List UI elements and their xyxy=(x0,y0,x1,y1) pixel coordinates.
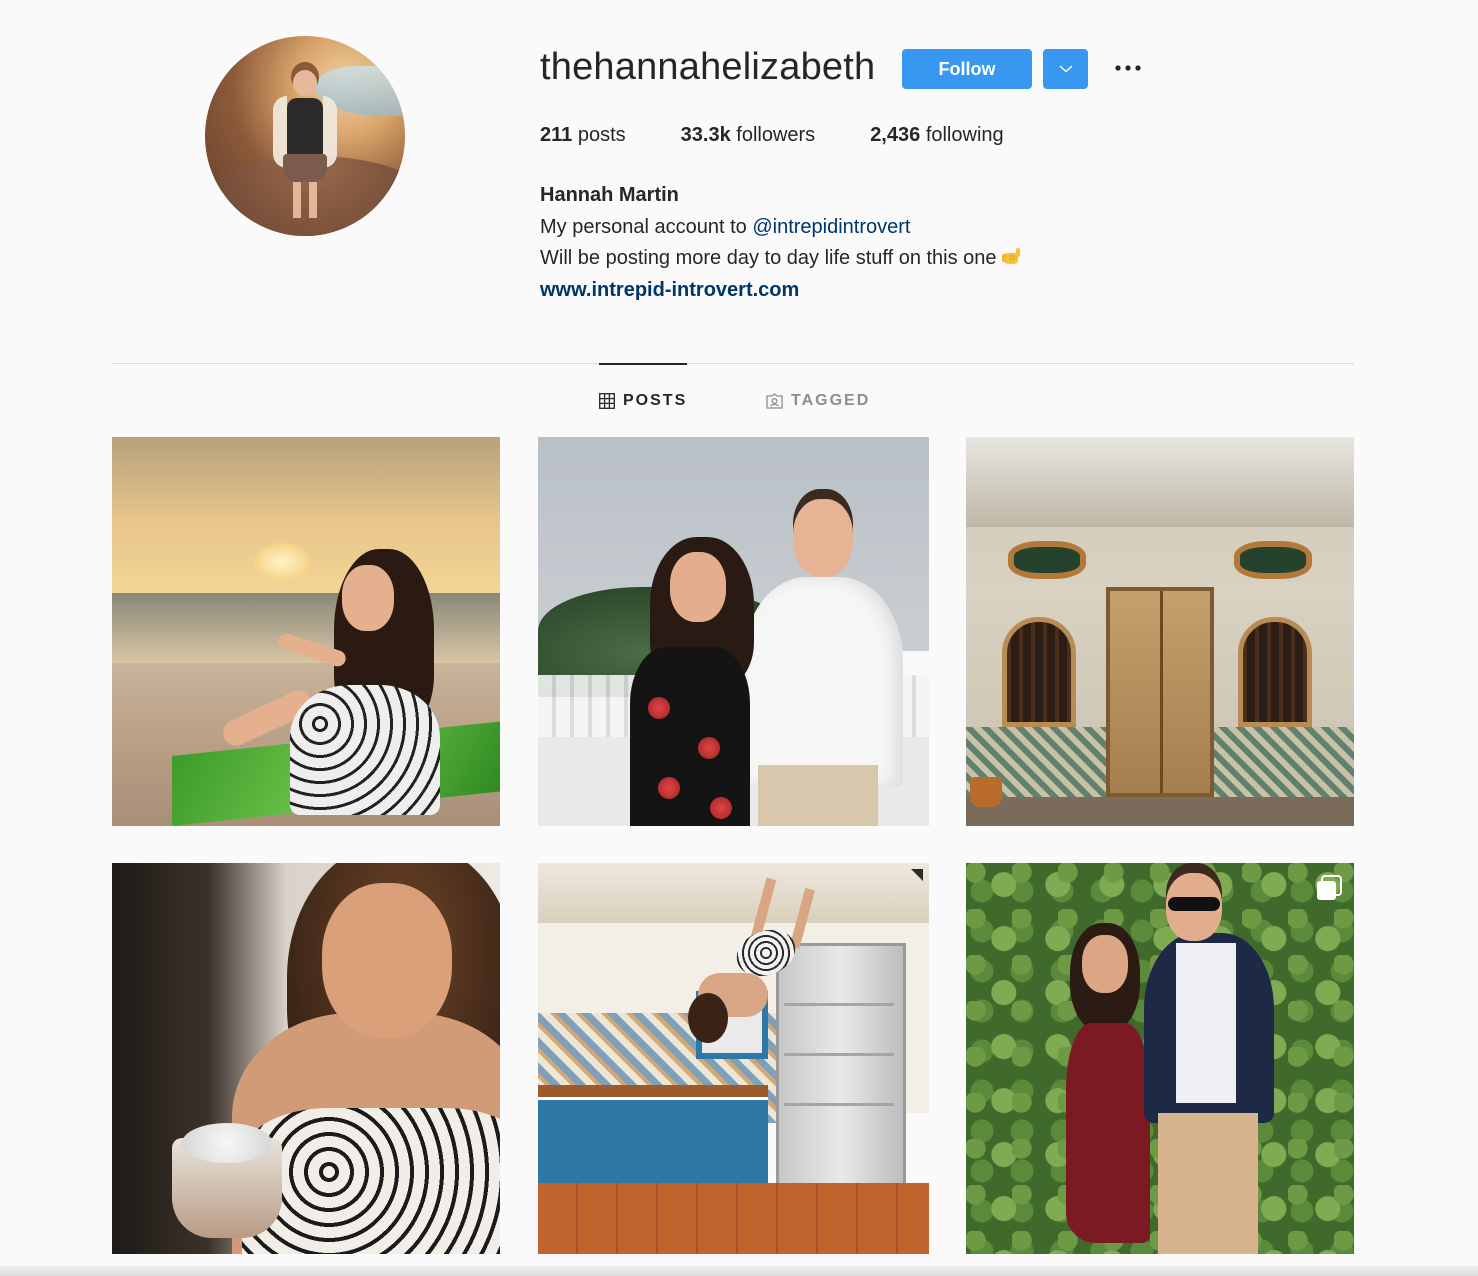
post-4-face xyxy=(322,883,452,1038)
more-options-button[interactable] xyxy=(1110,54,1146,82)
avatar-person-skirt xyxy=(283,154,327,182)
post-6-woman-dress xyxy=(1066,1023,1150,1243)
post-5-ceiling xyxy=(538,863,929,923)
post-3-door xyxy=(1106,587,1214,797)
post-6-man-shirt xyxy=(1176,943,1236,1103)
tab-posts[interactable]: POSTS xyxy=(599,392,687,410)
post-6-woman-face xyxy=(1082,935,1128,993)
profile-full-name: Hannah Martin xyxy=(540,184,679,206)
post-4-ice-cream-scoop xyxy=(182,1123,272,1163)
post-6-sunglasses xyxy=(1168,897,1220,911)
post-thumbnail-6[interactable] xyxy=(966,863,1354,1254)
post-3-plant-pot xyxy=(970,777,1002,807)
post-2-man-head xyxy=(793,499,853,577)
post-5-counter xyxy=(538,1085,768,1097)
suggested-dropdown-button[interactable] xyxy=(1043,49,1088,89)
carousel-icon xyxy=(1317,875,1342,900)
profile-avatar[interactable] xyxy=(205,36,405,236)
post-6-man-pants xyxy=(1158,1113,1258,1254)
bio-line-2: Will be posting more day to day life stu… xyxy=(540,243,1023,275)
post-5-fridge-shelf xyxy=(784,1003,894,1006)
post-5-floor xyxy=(538,1183,929,1254)
post-3-cornice xyxy=(966,437,1354,527)
post-3-window-grille xyxy=(1238,617,1312,727)
bio-mention-link[interactable]: @intrepidintrovert xyxy=(752,216,910,238)
more-icon xyxy=(1115,65,1141,71)
post-2-rose xyxy=(698,737,720,759)
post-5-girl-hair xyxy=(688,993,728,1043)
tabs-divider xyxy=(112,363,1354,364)
tab-posts-label: POSTS xyxy=(623,392,688,409)
bio-line-1: My personal account to @intrepidintrover… xyxy=(540,212,1023,244)
follow-button[interactable]: Follow xyxy=(902,49,1032,89)
post-2-man-pants xyxy=(758,765,878,826)
post-3-vent-window xyxy=(1234,541,1312,579)
following-stat[interactable]: 2,436 following xyxy=(870,124,1003,147)
profile-username: thehannahelizabeth xyxy=(540,46,876,88)
followers-count: 33.3k xyxy=(680,124,731,146)
post-2-woman-dress xyxy=(630,647,750,826)
posts-stat: 211 posts xyxy=(540,124,626,147)
followers-stat[interactable]: 33.3k followers xyxy=(681,124,816,147)
bio-line-2-text: Will be posting more day to day life stu… xyxy=(540,247,997,269)
post-5-fridge xyxy=(776,943,906,1193)
post-3-vent-window xyxy=(1008,541,1086,579)
post-thumbnail-3[interactable] xyxy=(966,437,1354,826)
tab-tagged[interactable]: TAGGED xyxy=(766,392,870,410)
post-1-face xyxy=(342,565,394,631)
avatar-person-legs xyxy=(293,182,317,218)
profile-website-link[interactable]: www.intrepid-introvert.com xyxy=(540,279,799,301)
post-thumbnail-5[interactable] xyxy=(538,863,929,1254)
profile-stats: 211 posts 33.3k followers 2,436 followin… xyxy=(540,124,1059,147)
avatar-person-body xyxy=(287,98,323,158)
post-5-fridge-shelf xyxy=(784,1103,894,1106)
bio-line-1-text: My personal account to xyxy=(540,215,753,238)
post-3-floor xyxy=(966,797,1354,826)
post-1-dress xyxy=(290,685,440,815)
post-2-rose xyxy=(648,697,670,719)
post-thumbnail-2[interactable] xyxy=(538,437,929,826)
posts-count: 211 xyxy=(540,124,573,146)
chevron-down-icon xyxy=(1059,65,1072,73)
post-3-window-grille xyxy=(1002,617,1076,727)
post-2-man-shirt xyxy=(743,577,903,787)
post-2-rose xyxy=(658,777,680,799)
following-count: 2,436 xyxy=(870,124,921,146)
posts-label: posts xyxy=(577,124,626,146)
post-thumbnail-1[interactable] xyxy=(112,437,500,826)
post-2-woman-face xyxy=(670,552,726,622)
grid-icon xyxy=(599,393,615,409)
following-label: following xyxy=(925,124,1004,146)
active-tab-indicator xyxy=(599,363,687,365)
tagged-icon xyxy=(766,393,783,409)
profile-bio: Hannah Martin My personal account to @in… xyxy=(540,180,1023,306)
post-1-sun xyxy=(252,542,312,582)
post-2-rose xyxy=(710,797,732,819)
call-me-hand-emoji-icon xyxy=(1001,248,1020,264)
avatar-person-head xyxy=(293,70,317,96)
followers-label: followers xyxy=(736,124,816,146)
post-5-fridge-shelf xyxy=(784,1053,894,1056)
tab-tagged-label: TAGGED xyxy=(791,392,871,409)
horizontal-scrollbar[interactable] xyxy=(0,1266,1478,1276)
post-thumbnail-4[interactable] xyxy=(112,863,500,1254)
